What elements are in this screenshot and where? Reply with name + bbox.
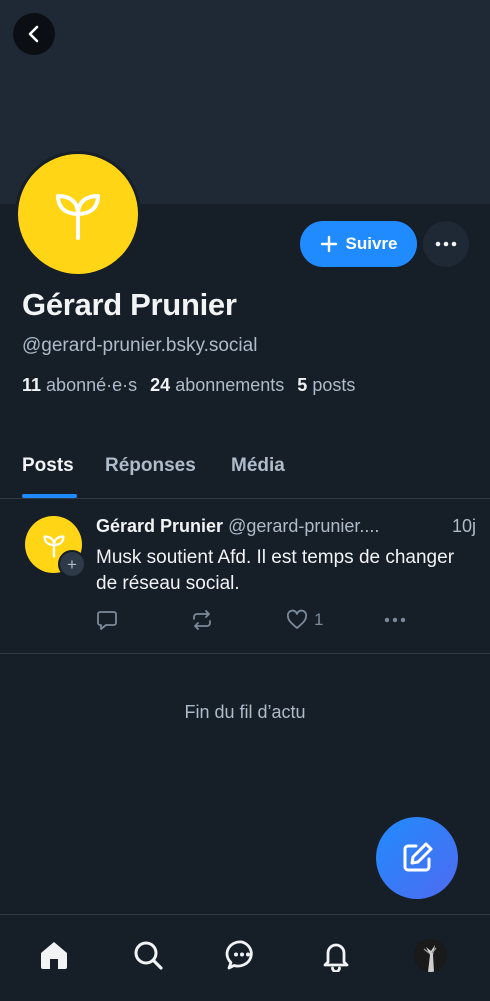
back-button[interactable] [13, 13, 55, 55]
profile-stats: 11 abonné·e·s 24 abonnements 5 posts [22, 375, 355, 396]
ellipsis-icon [435, 241, 457, 247]
chevron-left-icon [28, 25, 39, 43]
post-more-button[interactable] [383, 609, 407, 631]
tab-posts[interactable]: Posts [22, 455, 74, 477]
profile-handle: @gerard-prunier.bsky.social [22, 335, 258, 356]
repost-button[interactable] [191, 609, 213, 631]
profile-avatar[interactable] [15, 151, 141, 277]
display-name: Gérard Prunier [22, 287, 237, 322]
reply-icon [97, 611, 117, 630]
repost-icon [193, 610, 211, 630]
follow-label: Suivre [345, 234, 398, 253]
heart-icon [286, 609, 308, 629]
ellipsis-icon [384, 617, 406, 623]
following-stat[interactable]: 24 abonnements [150, 375, 284, 395]
nav-profile[interactable] [410, 935, 450, 975]
nav-home[interactable] [34, 935, 74, 975]
like-button[interactable]: 1 [286, 609, 323, 631]
like-count: 1 [314, 610, 324, 629]
tab-replies[interactable]: Réponses [105, 455, 196, 477]
follow-button[interactable]: Suivre [300, 221, 417, 267]
post-text: Musk soutient Afd. Il est temps de chang… [96, 547, 455, 594]
post-handle[interactable]: @gerard-prunier.... [228, 516, 379, 536]
compose-icon [403, 842, 433, 872]
compose-button[interactable] [376, 817, 458, 899]
bottom-navigation [0, 914, 490, 1001]
nav-search[interactable] [128, 935, 168, 975]
chat-icon [225, 940, 253, 970]
nav-notifications[interactable] [316, 935, 356, 975]
sprout-icon [56, 194, 100, 240]
home-icon [41, 942, 67, 969]
nav-chat[interactable] [222, 935, 262, 975]
search-icon [134, 941, 163, 970]
reply-button[interactable] [96, 609, 118, 631]
plus-icon [320, 235, 337, 253]
tab-media[interactable]: Média [231, 455, 285, 477]
post-item[interactable]: + Gérard Prunier @gerard-prunier.... 10j… [0, 499, 490, 654]
bell-icon [323, 943, 349, 972]
follow-badge-plus-icon[interactable]: + [58, 550, 86, 578]
followers-stat[interactable]: 11 abonné·e·s [22, 375, 137, 395]
profile-tabs: Posts Réponses Média [0, 440, 490, 499]
more-options-button[interactable] [423, 221, 469, 267]
post-author[interactable]: Gérard Prunier [96, 516, 223, 536]
avatar-figure-icon [413, 938, 447, 972]
post-timestamp: 10j [451, 516, 476, 536]
active-tab-indicator [22, 494, 77, 498]
post-header: Gérard Prunier @gerard-prunier.... 10j [96, 516, 476, 537]
profile-avatar [413, 938, 447, 972]
feed-end-label: Fin du fil d’actu [184, 702, 306, 722]
posts-stat: 5 posts [297, 375, 356, 395]
